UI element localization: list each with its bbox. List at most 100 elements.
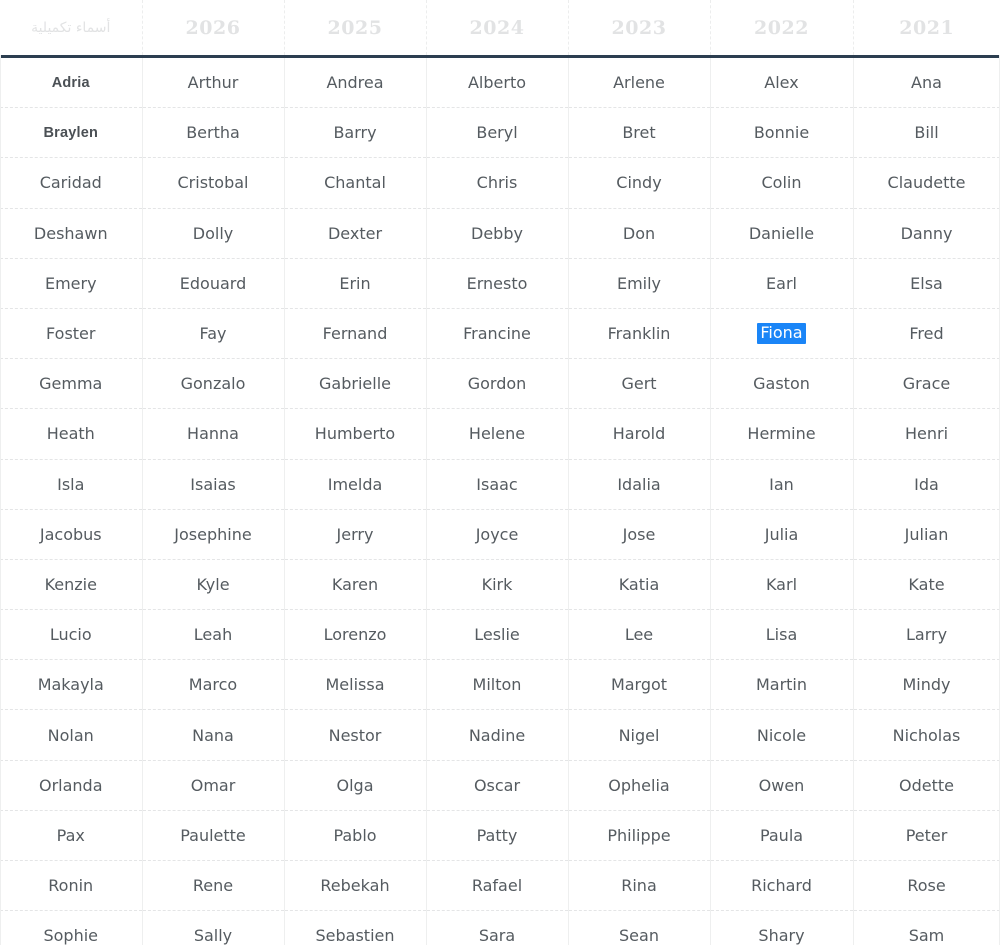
table-cell[interactable]: Chantal [284,157,427,209]
table-cell[interactable]: Heath [0,408,143,460]
table-cell[interactable]: Ana [853,56,1000,109]
table-cell[interactable]: Franklin [568,308,711,360]
column-header-2026[interactable]: 2026 [142,0,285,57]
table-cell[interactable]: Isaias [142,459,285,510]
table-cell[interactable]: Grace [853,358,1000,410]
table-cell[interactable]: Rafael [426,860,569,912]
table-cell[interactable]: Humberto [284,408,427,460]
table-cell[interactable]: Nicholas [853,709,1000,761]
table-cell[interactable]: Paula [710,810,854,862]
table-cell[interactable]: Fred [853,308,1000,360]
table-cell[interactable]: Josephine [142,509,285,560]
table-cell[interactable]: Sophie [0,910,143,945]
table-cell[interactable]: Arlene [568,56,711,109]
table-cell[interactable]: Oscar [426,760,569,811]
table-cell[interactable]: Fay [142,308,285,360]
table-cell[interactable]: Melissa [284,659,427,711]
table-cell[interactable]: Pax [0,810,143,862]
table-cell[interactable]: Nolan [0,709,143,761]
table-cell[interactable]: Julia [710,509,854,560]
table-cell[interactable]: Emery [0,258,143,309]
table-cell[interactable]: Ronin [0,860,143,912]
table-cell[interactable]: Earl [710,258,854,309]
table-cell[interactable]: Andrea [284,56,427,109]
table-cell[interactable]: Cindy [568,157,711,209]
table-cell[interactable]: Claudette [853,157,1000,209]
table-cell[interactable]: Makayla [0,659,143,711]
table-cell[interactable]: Jerry [284,509,427,560]
table-cell[interactable]: Lucio [0,609,143,661]
table-cell[interactable]: Nestor [284,709,427,761]
table-cell[interactable]: Larry [853,609,1000,661]
table-cell[interactable]: Milton [426,659,569,711]
table-cell[interactable]: Peter [853,810,1000,862]
table-cell[interactable]: Chris [426,157,569,209]
column-header-2025[interactable]: 2025 [284,0,427,57]
table-cell[interactable]: Edouard [142,258,285,309]
table-cell[interactable]: Pablo [284,810,427,862]
table-cell[interactable]: Alex [710,56,854,109]
table-cell[interactable]: Nigel [568,709,711,761]
table-cell[interactable]: Joyce [426,509,569,560]
table-cell[interactable]: Dolly [142,208,285,259]
table-cell[interactable]: Katia [568,559,711,611]
table-cell[interactable]: Don [568,208,711,259]
table-cell[interactable]: Bret [568,107,711,159]
table-cell[interactable]: Bonnie [710,107,854,159]
table-cell[interactable]: Imelda [284,459,427,510]
table-cell[interactable]: Foster [0,308,143,360]
table-cell[interactable]: Patty [426,810,569,862]
table-cell[interactable]: Gabrielle [284,358,427,410]
table-cell[interactable]: Bertha [142,107,285,159]
table-cell[interactable]: Bill [853,107,1000,159]
table-cell[interactable]: Deshawn [0,208,143,259]
table-cell[interactable]: Martin [710,659,854,711]
table-cell[interactable]: Henri [853,408,1000,460]
table-cell[interactable]: Francine [426,308,569,360]
table-cell[interactable]: Braylen [0,107,143,159]
table-cell[interactable]: Beryl [426,107,569,159]
table-cell[interactable]: Emily [568,258,711,309]
table-cell[interactable]: Kyle [142,559,285,611]
table-cell[interactable]: Sam [853,910,1000,945]
table-cell[interactable]: Gert [568,358,711,410]
table-cell[interactable]: Hanna [142,408,285,460]
table-cell[interactable]: Danny [853,208,1000,259]
table-cell[interactable]: Colin [710,157,854,209]
table-cell[interactable]: Karen [284,559,427,611]
table-cell[interactable]: Rebekah [284,860,427,912]
table-cell[interactable]: Julian [853,509,1000,560]
table-cell[interactable]: Kate [853,559,1000,611]
table-cell[interactable]: Ida [853,459,1000,510]
table-cell[interactable]: Paulette [142,810,285,862]
table-cell[interactable]: Odette [853,760,1000,811]
table-cell[interactable]: Lisa [710,609,854,661]
table-cell[interactable]: Omar [142,760,285,811]
table-cell[interactable]: Richard [710,860,854,912]
table-cell[interactable]: Kirk [426,559,569,611]
selected-table-cell[interactable]: Fiona [710,308,854,360]
table-cell[interactable]: Philippe [568,810,711,862]
table-cell[interactable]: Isaac [426,459,569,510]
table-cell[interactable]: Arthur [142,56,285,109]
table-cell[interactable]: Nicole [710,709,854,761]
table-cell[interactable]: Owen [710,760,854,811]
table-cell[interactable]: Leah [142,609,285,661]
table-cell[interactable]: Rose [853,860,1000,912]
table-cell[interactable]: Cristobal [142,157,285,209]
table-cell[interactable]: Orlanda [0,760,143,811]
table-cell[interactable]: Jose [568,509,711,560]
table-cell[interactable]: Gordon [426,358,569,410]
table-cell[interactable]: Lee [568,609,711,661]
table-cell[interactable]: Gaston [710,358,854,410]
column-header-2022[interactable]: 2022 [710,0,854,57]
column-header-supplemental-names[interactable]: أسماء تكميلية [0,0,143,57]
table-cell[interactable]: Hermine [710,408,854,460]
table-cell[interactable]: Gemma [0,358,143,410]
table-cell[interactable]: Sebastien [284,910,427,945]
table-cell[interactable]: Karl [710,559,854,611]
table-cell[interactable]: Erin [284,258,427,309]
table-cell[interactable]: Adria [0,56,143,109]
table-cell[interactable]: Olga [284,760,427,811]
column-header-2023[interactable]: 2023 [568,0,711,57]
